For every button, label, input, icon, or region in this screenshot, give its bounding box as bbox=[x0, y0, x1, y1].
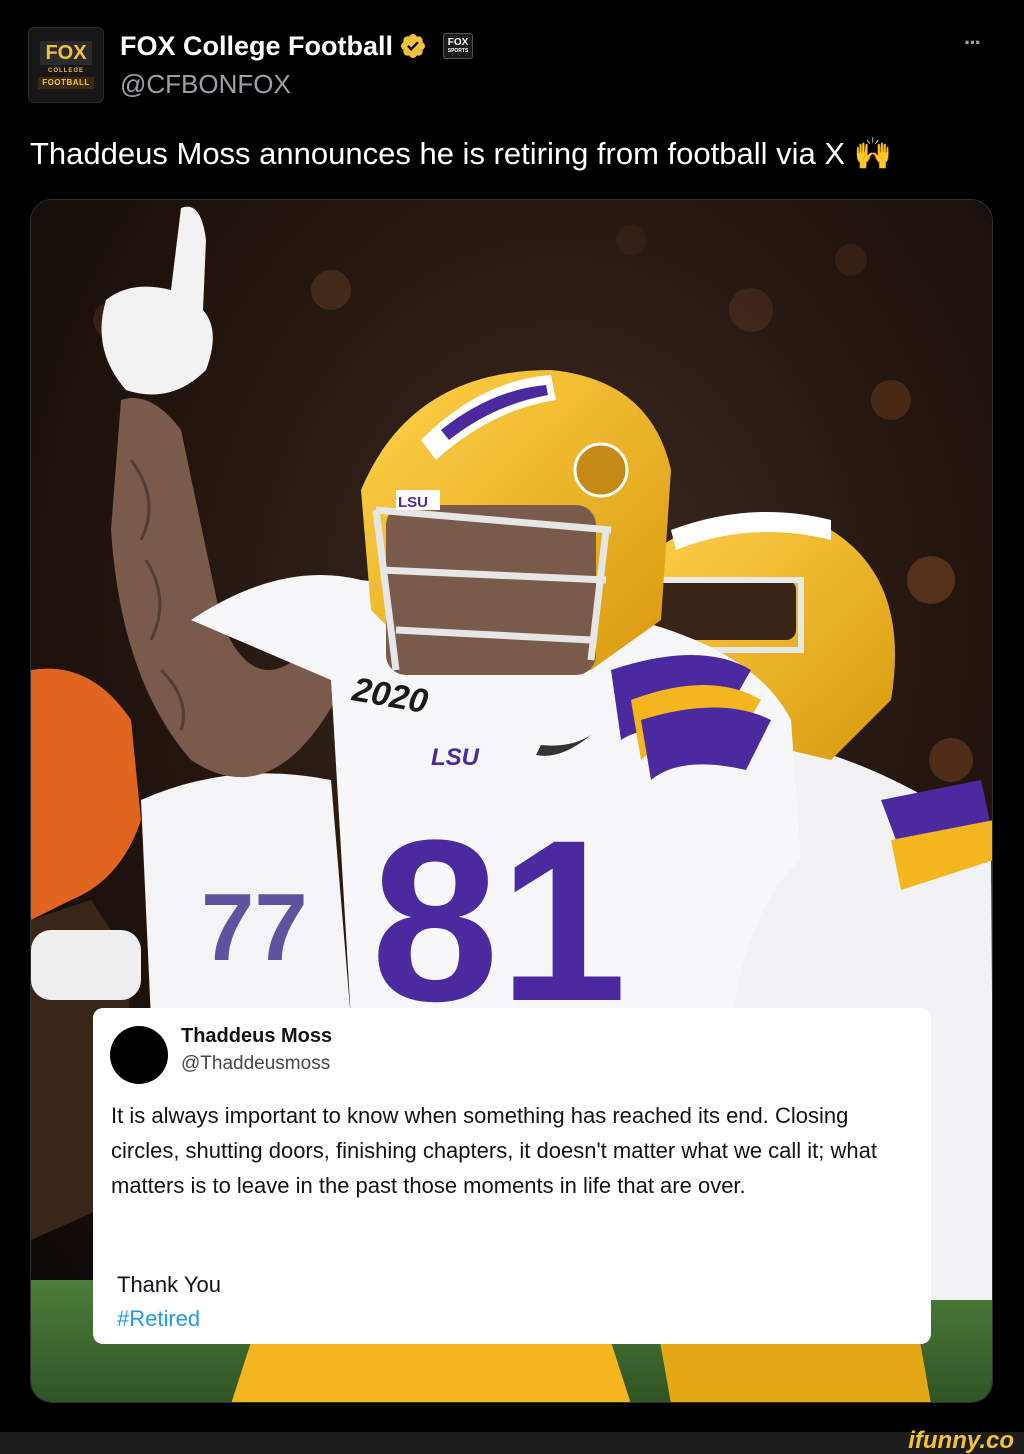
helmet-text: LSU bbox=[398, 494, 428, 511]
jersey-chest-text: LSU bbox=[431, 744, 480, 771]
quoted-post-card[interactable]: Thaddeus Moss @Thaddeusmoss It is always… bbox=[93, 1008, 931, 1344]
svg-text:77: 77 bbox=[201, 874, 308, 981]
affiliate-badge-icon[interactable]: FOX SPORTS bbox=[443, 33, 474, 59]
quoted-author-name[interactable]: Thaddeus Moss bbox=[181, 1022, 332, 1050]
author-handle[interactable]: @CFBONFOX bbox=[120, 68, 291, 100]
ifunny-watermark: ifunny.co bbox=[908, 1427, 1014, 1454]
footer-bar bbox=[0, 1432, 1024, 1454]
quoted-author-handle[interactable]: @Thaddeusmoss bbox=[181, 1051, 330, 1077]
verified-badge-icon bbox=[401, 34, 425, 58]
author-display-name[interactable]: FOX College Football bbox=[120, 28, 393, 64]
author-display-name-row[interactable]: FOX College Football FOX SPORTS bbox=[120, 28, 474, 64]
avatar-fox-text: FOX bbox=[40, 41, 92, 65]
more-options-icon[interactable]: ··· bbox=[952, 28, 992, 58]
avatar-college-text: COLLEGE bbox=[47, 68, 84, 74]
author-avatar[interactable]: FOX COLLEGE FOOTBALL bbox=[28, 27, 104, 103]
quoted-post-body: It is always important to know when some… bbox=[111, 1103, 877, 1198]
affiliate-badge-subtext: SPORTS bbox=[447, 48, 469, 54]
affiliate-badge-text: FOX bbox=[447, 37, 469, 48]
avatar-football-text: FOOTBALL bbox=[38, 77, 94, 89]
tweet-media-image[interactable]: 77 81 LSU 2020 LSU Thaddeus Moss @Thadde… bbox=[30, 199, 993, 1403]
tweet-text: Thaddeus Moss announces he is retiring f… bbox=[30, 136, 893, 171]
quoted-post-hashtag[interactable]: #Retired bbox=[117, 1302, 200, 1336]
quoted-post-closing: Thank You bbox=[117, 1272, 221, 1297]
quoted-author-avatar[interactable] bbox=[110, 1026, 168, 1084]
